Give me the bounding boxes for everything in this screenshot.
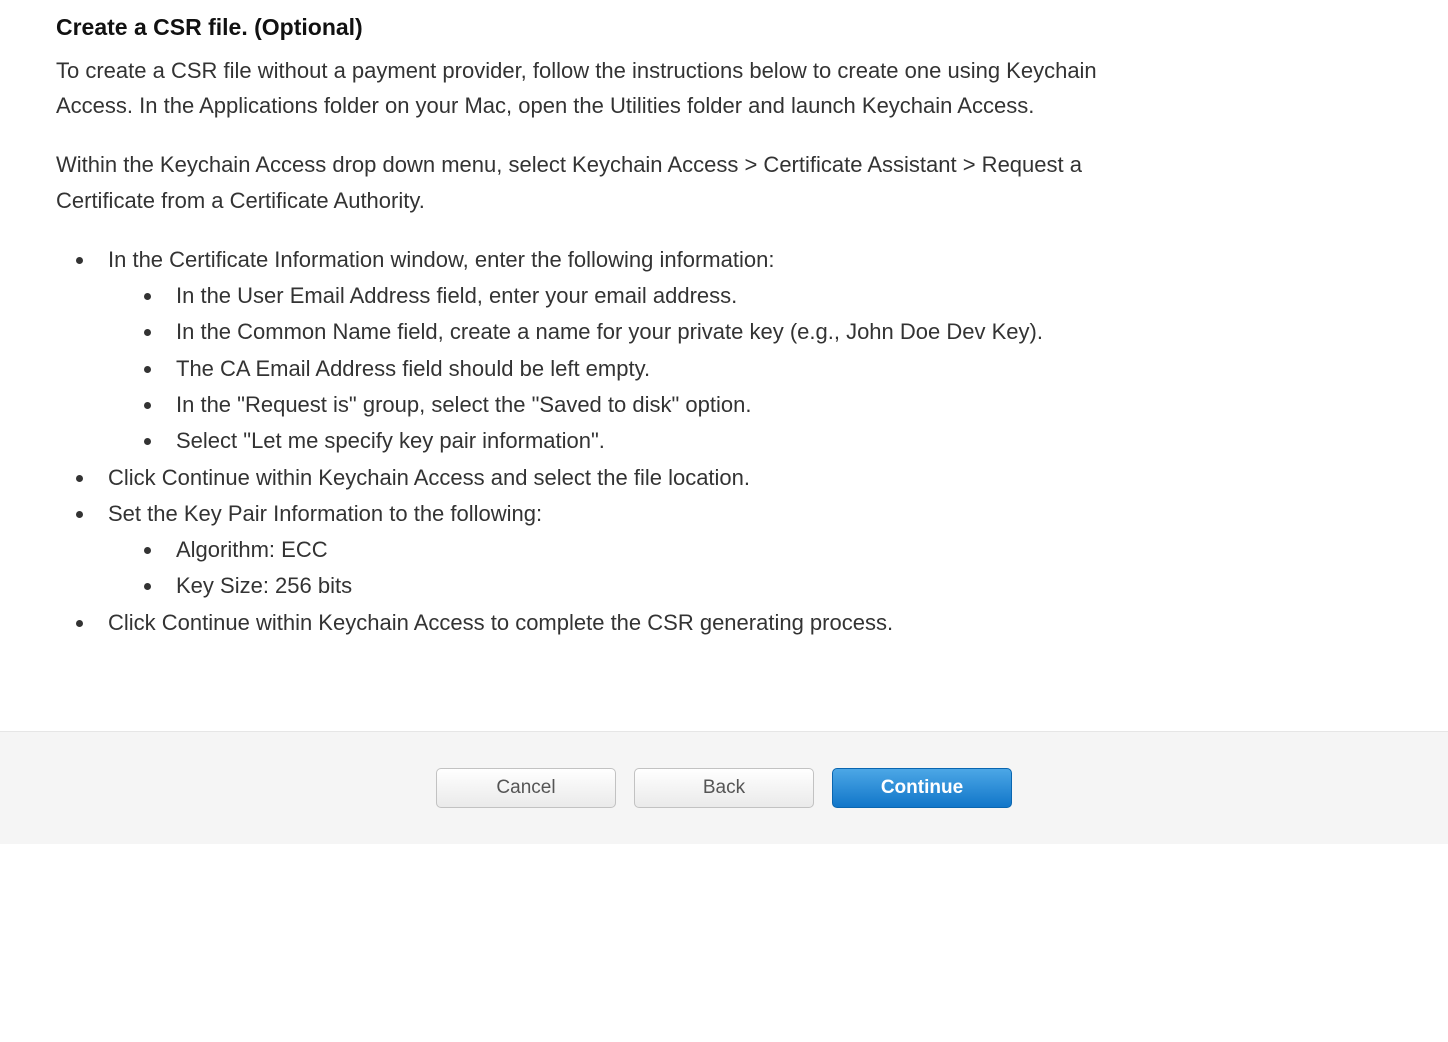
list-item-keypair: Set the Key Pair Information to the foll…	[96, 496, 1236, 605]
sublist-item: The CA Email Address field should be lef…	[164, 351, 1236, 387]
list-item-text: In the Certificate Information window, e…	[108, 247, 774, 272]
list-item-cert-info: In the Certificate Information window, e…	[96, 242, 1236, 460]
sublist-item: In the User Email Address field, enter y…	[164, 278, 1236, 314]
instruction-list: In the Certificate Information window, e…	[56, 242, 1236, 641]
sublist-cert-info: In the User Email Address field, enter y…	[108, 278, 1236, 459]
sublist-item: Select "Let me specify key pair informat…	[164, 423, 1236, 459]
cancel-button[interactable]: Cancel	[436, 768, 616, 808]
sublist-keypair: Algorithm: ECC Key Size: 256 bits	[108, 532, 1236, 605]
sublist-item: Algorithm: ECC	[164, 532, 1236, 568]
intro-paragraph-1: To create a CSR file without a payment p…	[56, 53, 1176, 123]
sublist-item: In the "Request is" group, select the "S…	[164, 387, 1236, 423]
list-item-complete: Click Continue within Keychain Access to…	[96, 605, 1236, 641]
footer-button-bar: Cancel Back Continue	[0, 731, 1448, 844]
back-button[interactable]: Back	[634, 768, 814, 808]
intro-paragraph-2: Within the Keychain Access drop down men…	[56, 147, 1176, 217]
section-heading: Create a CSR file. (Optional)	[56, 14, 1392, 41]
sublist-item: Key Size: 256 bits	[164, 568, 1236, 604]
sublist-item: In the Common Name field, create a name …	[164, 314, 1236, 350]
list-item-continue-location: Click Continue within Keychain Access an…	[96, 460, 1236, 496]
instructions-content: Create a CSR file. (Optional) To create …	[0, 0, 1448, 681]
list-item-text: Set the Key Pair Information to the foll…	[108, 501, 542, 526]
continue-button[interactable]: Continue	[832, 768, 1012, 808]
